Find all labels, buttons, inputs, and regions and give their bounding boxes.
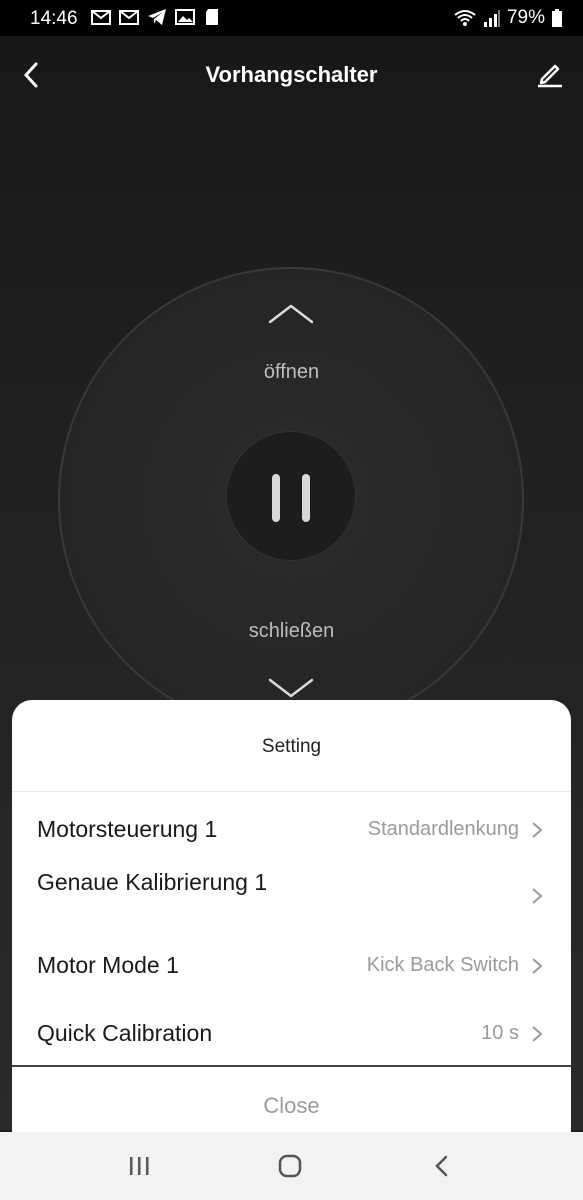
battery-icon	[552, 9, 562, 27]
chevron-right-icon	[532, 1026, 543, 1042]
chevron-down-icon[interactable]	[268, 676, 314, 700]
setting-label: Motor Mode 1	[37, 952, 179, 978]
battery-percent: 79%	[506, 7, 545, 28]
mail-icon	[91, 10, 111, 25]
back-nav-icon[interactable]	[430, 1154, 454, 1178]
recent-apps-icon[interactable]	[127, 1154, 151, 1178]
image-icon	[175, 9, 195, 25]
open-button-label[interactable]: öffnen	[0, 361, 583, 384]
chevron-right-icon	[532, 958, 543, 974]
signal-icon	[483, 10, 500, 27]
setting-value: Standardlenkung	[367, 818, 519, 840]
pause-button[interactable]	[226, 431, 356, 561]
setting-value: Kick Back Switch	[366, 954, 519, 976]
setting-label: Quick Calibration	[37, 1020, 213, 1046]
status-bar: 14:46 79%	[0, 0, 583, 36]
close-curtain-label[interactable]: schließen	[0, 620, 583, 643]
home-icon[interactable]	[278, 1154, 302, 1178]
mail-icon	[119, 10, 139, 25]
divider	[12, 791, 571, 792]
setting-label: Motorsteuerung 1	[37, 816, 218, 842]
status-right: 79%	[453, 7, 563, 29]
pause-icon	[302, 474, 310, 522]
sheet-title: Setting	[261, 736, 322, 757]
status-time: 14:46	[30, 8, 78, 29]
setting-value: 10 s	[481, 1022, 519, 1044]
close-button[interactable]: Close	[12, 1067, 571, 1132]
system-nav-bar	[0, 1132, 583, 1200]
setting-row-kalibrierung[interactable]: Genaue Kalibrierung 1	[12, 868, 571, 926]
setting-row-motorsteuerung[interactable]: Motorsteuerung 1 Standardlenkung	[12, 815, 571, 845]
top-bar: Vorhangschalter	[0, 36, 583, 114]
setting-row-quick-calibration[interactable]: Quick Calibration 10 s	[12, 1019, 571, 1049]
pencil-icon[interactable]	[535, 58, 565, 90]
telegram-icon	[148, 9, 166, 25]
chevron-right-icon	[532, 822, 543, 838]
pause-icon	[272, 474, 280, 522]
chevron-up-icon[interactable]	[268, 302, 314, 326]
settings-sheet: Setting Motorsteuerung 1 Standardlenkung…	[12, 700, 571, 1132]
page-title: Vorhangschalter	[205, 62, 378, 87]
setting-label: Genaue Kalibrierung 1	[37, 869, 268, 895]
notification-icons	[90, 7, 224, 27]
wifi-icon	[454, 10, 476, 26]
setting-row-motor-mode[interactable]: Motor Mode 1 Kick Back Switch	[12, 951, 571, 981]
chevron-right-icon	[532, 888, 543, 904]
sd-card-icon	[206, 9, 218, 25]
